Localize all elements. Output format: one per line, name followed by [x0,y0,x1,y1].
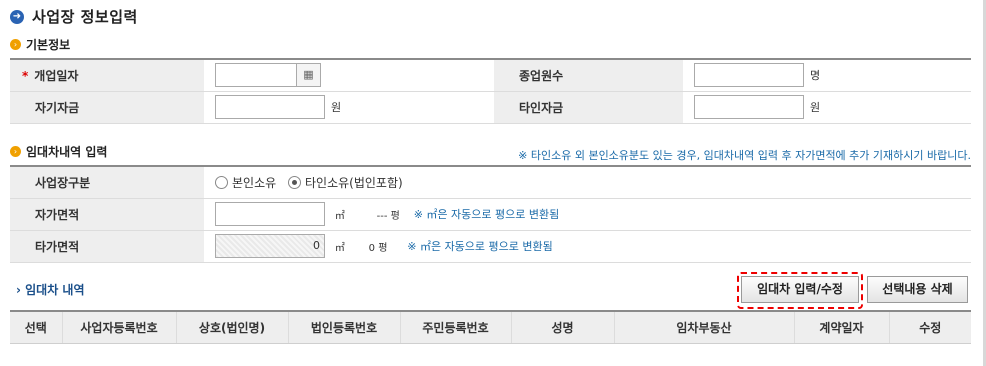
business-type-row: 사업장구분 본인소유 타인소유(법인포함) [10,165,971,199]
other-area-pyeong: 0 평 [368,242,388,254]
lease-list-heading: › 임대차 내역 [16,283,85,297]
basic-section-header: › 기본정보 [10,36,70,53]
page-title: 사업장 정보입력 [32,8,138,26]
other-area-label: 타가면적 [35,239,80,254]
calendar-icon[interactable]: ▦ [297,63,321,88]
employee-unit: 명 [810,69,821,83]
col-leased-property: 임차부동산 [613,310,794,344]
business-type-label-cell: 사업장구분 [10,165,204,199]
employee-count-input[interactable] [694,63,804,88]
col-select: 선택 [10,310,62,344]
lease-section-title: 임대차내역 입력 [26,145,108,159]
lease-input-button[interactable]: 임대차 입력/수정 [741,276,859,303]
other-fund-label: 타인자금 [519,100,564,115]
fund-row: 자기자금 원 타인자금 원 [10,91,971,124]
other-fund-unit: 원 [810,101,821,114]
employee-label-cell: 종업원수 [494,58,683,92]
delete-selected-button[interactable]: 선택내용 삭제 [867,276,968,303]
radio-other-dot[interactable] [288,175,301,189]
col-company-name: 상호(법인명) [175,310,288,344]
other-fund-value-cell: 원 [683,91,971,124]
col-edit: 수정 [888,310,971,344]
self-area-label: 자가면적 [35,207,80,222]
basic-section-title: 기본정보 [26,38,71,52]
other-area-label-cell: 타가면적 [10,230,204,263]
self-area-convert-note: ※ ㎡은 자동으로 평으로 변환됨 [413,208,560,221]
col-name: 성명 [510,310,614,344]
own-fund-input[interactable] [215,95,325,119]
own-fund-label-cell: 자기자금 [10,91,204,124]
open-date-label: 개업일자 [34,68,79,83]
basic-info-table: * 개업일자 ▦ 종업원수 명 자기자금 원 타인자금 원 [10,58,971,124]
radio-own-label: 본인소유 [232,175,277,190]
lease-list-table: 선택 사업자등록번호 상호(법인명) 법인등록번호 주민등록번호 성명 임차부동… [10,310,971,344]
open-date-row: * 개업일자 ▦ 종업원수 명 [10,58,971,92]
radio-own-dot[interactable] [215,175,228,189]
col-business-number: 사업자등록번호 [61,310,176,344]
other-area-convert-note: ※ ㎡은 자동으로 평으로 변환됨 [407,240,553,253]
col-contract-date: 계약일자 [793,310,889,344]
self-area-unit: ㎡ [334,210,345,222]
self-area-row: 자가면적 ㎡ --- 평 ※ ㎡은 자동으로 평으로 변환됨 [10,198,971,231]
open-date-label-cell: * 개업일자 [10,58,204,92]
own-fund-unit: 원 [331,101,342,114]
lease-list-header-row: 선택 사업자등록번호 상호(법인명) 법인등록번호 주민등록번호 성명 임차부동… [10,310,971,344]
radio-own[interactable]: 본인소유 [215,174,276,191]
business-type-label: 사업장구분 [35,175,91,190]
lease-notice: ※ 타인소유 외 본인소유분도 있는 경우, 임대차내역 입력 후 자가면적에 … [518,149,971,162]
other-area-value-cell: 0 ㎡ 0 평 ※ ㎡은 자동으로 평으로 변환됨 [204,230,971,263]
self-area-pyeong: --- 평 [376,210,400,222]
section-bullet-icon: › [10,146,21,157]
open-date-value-cell: ▦ [204,58,494,92]
lease-input-table: 사업장구분 본인소유 타인소유(법인포함) 자가면적 ㎡ --- 평 ※ ㎡은 … [10,165,971,263]
business-type-value-cell: 본인소유 타인소유(법인포함) [204,165,971,199]
other-area-input: 0 [215,234,325,258]
lease-section-header: › 임대차내역 입력 [10,143,107,160]
radio-other[interactable]: 타인소유(법인포함) [288,174,403,191]
radio-other-label: 타인소유(법인포함) [305,175,403,190]
arrow-circle-icon: ➜ [10,9,24,24]
col-corp-number: 법인등록번호 [287,310,400,344]
col-resident-number: 주민등록번호 [399,310,511,344]
section-bullet-icon: › [10,39,21,50]
open-date-input[interactable] [215,63,297,88]
other-fund-input[interactable] [694,95,804,119]
other-area-unit: ㎡ [334,242,345,254]
employee-value-cell: 명 [683,58,971,92]
required-mark: * [22,68,29,83]
other-area-row: 타가면적 0 ㎡ 0 평 ※ ㎡은 자동으로 평으로 변환됨 [10,230,971,263]
self-area-label-cell: 자가면적 [10,198,204,231]
own-fund-label: 자기자금 [35,100,80,115]
page-header: ➜ 사업장 정보입력 [10,6,138,27]
employee-count-label: 종업원수 [519,68,564,83]
own-fund-value-cell: 원 [204,91,494,124]
other-fund-label-cell: 타인자금 [494,91,683,124]
self-area-value-cell: ㎡ --- 평 ※ ㎡은 자동으로 평으로 변환됨 [204,198,971,231]
self-area-input[interactable] [215,202,325,226]
